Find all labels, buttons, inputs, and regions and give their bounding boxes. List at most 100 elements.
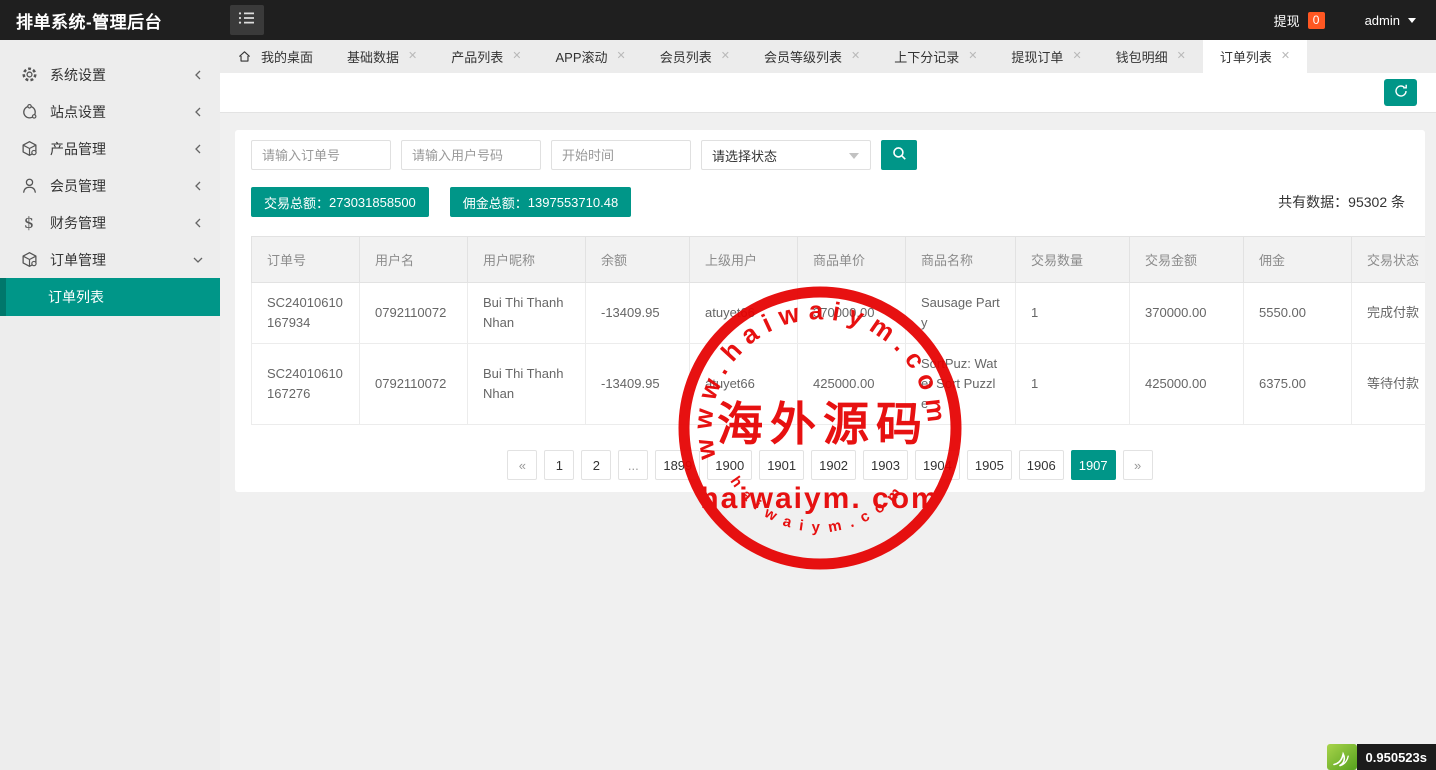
tab-订单列表[interactable]: 订单列表✕ bbox=[1203, 40, 1307, 73]
tab-产品列表[interactable]: 产品列表✕ bbox=[434, 40, 538, 73]
search-icon bbox=[891, 145, 908, 165]
tab-close-icon[interactable]: ✕ bbox=[617, 51, 626, 62]
tab-close-icon[interactable]: ✕ bbox=[512, 51, 521, 62]
select-caret-icon bbox=[849, 153, 859, 164]
sidebar-item-label: 财务管理 bbox=[50, 213, 192, 233]
table-cell: SC24010610167934 bbox=[252, 283, 360, 344]
page-button-2[interactable]: 2 bbox=[581, 450, 611, 480]
table-cell: 0792110072 bbox=[360, 344, 468, 425]
page-load-time: 0.950523s bbox=[1357, 744, 1436, 770]
table-cell: 425000.00 bbox=[798, 344, 906, 425]
table-cell: Bui Thi Thanh Nhan bbox=[468, 283, 586, 344]
tab-会员列表[interactable]: 会员列表✕ bbox=[643, 40, 747, 73]
tab-label: 提现订单 bbox=[1011, 47, 1063, 66]
page-button-1907[interactable]: 1907 bbox=[1071, 450, 1116, 480]
table-cell: atuyet66 bbox=[690, 344, 798, 425]
home-icon bbox=[237, 49, 252, 64]
column-header-佣金: 佣金 bbox=[1244, 237, 1352, 283]
sidebar-item-站点设置[interactable]: 站点设置 bbox=[0, 93, 220, 130]
main-area: 我的桌面基础数据✕产品列表✕APP滚动✕会员列表✕会员等级列表✕上下分记录✕提现… bbox=[220, 40, 1436, 770]
tab-钱包明细[interactable]: 钱包明细 ✕ bbox=[1099, 40, 1203, 73]
refresh-button[interactable] bbox=[1384, 79, 1417, 106]
sidebar-item-财务管理[interactable]: $ 财务管理 bbox=[0, 204, 220, 241]
tab-close-icon[interactable]: ✕ bbox=[968, 51, 977, 62]
page-button-1902[interactable]: 1902 bbox=[811, 450, 856, 480]
withdraw-link[interactable]: 提现 bbox=[1274, 11, 1300, 30]
search-button[interactable] bbox=[881, 140, 917, 170]
sidebar-item-系统设置[interactable]: 系统设置 bbox=[0, 56, 220, 93]
table-cell: -13409.95 bbox=[586, 344, 690, 425]
column-header-余额: 余额 bbox=[586, 237, 690, 283]
table-row: SC240106101679340792110072Bui Thi Thanh … bbox=[252, 283, 1426, 344]
tab-close-icon[interactable]: ✕ bbox=[408, 51, 417, 62]
tab-上下分记录[interactable]: 上下分记录✕ bbox=[877, 40, 994, 73]
page-content: 请选择状态 交易总额：273031858500 佣金总额：1397553710.… bbox=[220, 113, 1436, 770]
sidebar-item-会员管理[interactable]: 会员管理 bbox=[0, 167, 220, 204]
page-prev-button[interactable]: « bbox=[507, 450, 537, 480]
tab-APP滚动[interactable]: APP滚动 ✕ bbox=[538, 40, 642, 73]
sidebar-item-订单管理[interactable]: 订单管理 bbox=[0, 241, 220, 278]
sidebar-nav: 系统设置站点设置产品管理会员管理 $ 财务管理订单管理 bbox=[0, 56, 220, 278]
sidebar-subitem-订单列表[interactable]: 订单列表 bbox=[0, 278, 220, 316]
chevron-down-icon bbox=[1408, 18, 1416, 27]
table-cell: 1 bbox=[1016, 344, 1130, 425]
tab-基础数据[interactable]: 基础数据✕ bbox=[330, 40, 434, 73]
start-time-input[interactable] bbox=[551, 140, 691, 170]
sidebar-submenu: 订单列表 bbox=[0, 278, 220, 316]
page-button-1[interactable]: 1 bbox=[544, 450, 574, 480]
table-cell: 1 bbox=[1016, 283, 1130, 344]
trade-total-value: 273031858500 bbox=[329, 195, 416, 210]
table-cell: 6375.00 bbox=[1244, 344, 1352, 425]
page-button-1899[interactable]: 1899 bbox=[655, 450, 700, 480]
tab-close-icon[interactable]: ✕ bbox=[1281, 51, 1290, 62]
order-icon bbox=[20, 251, 38, 269]
tab-会员等级列表[interactable]: 会员等级列表✕ bbox=[747, 40, 877, 73]
sidebar-toggle-button[interactable] bbox=[230, 5, 264, 35]
commission-total-label: 佣金总额： bbox=[463, 193, 528, 212]
tab-提现订单[interactable]: 提现订单 ✕ bbox=[994, 40, 1098, 73]
page-button-1906[interactable]: 1906 bbox=[1019, 450, 1064, 480]
tab-close-icon[interactable]: ✕ bbox=[1177, 51, 1186, 62]
page-button-1903[interactable]: 1903 bbox=[863, 450, 908, 480]
sidebar-item-label: 系统设置 bbox=[50, 65, 192, 85]
refresh-icon bbox=[1393, 83, 1409, 102]
status-select[interactable]: 请选择状态 bbox=[701, 140, 871, 170]
table-cell: -13409.95 bbox=[586, 283, 690, 344]
page-ellipsis[interactable]: ... bbox=[618, 450, 648, 480]
page-button-1905[interactable]: 1905 bbox=[967, 450, 1012, 480]
column-header-用户昵称: 用户昵称 bbox=[468, 237, 586, 283]
gear-icon bbox=[20, 66, 38, 84]
trade-total-badge: 交易总额：273031858500 bbox=[251, 187, 429, 217]
sidebar-item-label: 产品管理 bbox=[50, 139, 192, 159]
tab-label: 我的桌面 bbox=[261, 47, 313, 66]
tab-close-icon[interactable]: ✕ bbox=[1072, 51, 1081, 62]
user-menu[interactable]: admin bbox=[1365, 13, 1416, 28]
table-cell: 425000.00 bbox=[1130, 344, 1244, 425]
table-cell: SC24010610167276 bbox=[252, 344, 360, 425]
tab-close-icon[interactable]: ✕ bbox=[721, 51, 730, 62]
sidebar-item-label: 会员管理 bbox=[50, 176, 192, 196]
tab-label: 钱包明细 bbox=[1116, 47, 1168, 66]
finance-icon: $ bbox=[20, 214, 38, 232]
sidebar-item-产品管理[interactable]: 产品管理 bbox=[0, 130, 220, 167]
column-header-上级用户: 上级用户 bbox=[690, 237, 798, 283]
tab-我的桌面[interactable]: 我的桌面 bbox=[220, 40, 330, 73]
chevron-left-icon bbox=[192, 217, 204, 229]
site-icon bbox=[20, 103, 38, 121]
member-icon bbox=[20, 177, 38, 195]
user-no-input[interactable] bbox=[401, 140, 541, 170]
page-button-1901[interactable]: 1901 bbox=[759, 450, 804, 480]
tab-label: APP滚动 bbox=[555, 47, 607, 66]
page-button-1904[interactable]: 1904 bbox=[915, 450, 960, 480]
tab-close-icon[interactable]: ✕ bbox=[851, 51, 860, 62]
page-next-button[interactable]: » bbox=[1123, 450, 1153, 480]
table-cell: atuyet66 bbox=[690, 283, 798, 344]
trace-bar: 0.950523s bbox=[1327, 744, 1436, 770]
sidebar: 系统设置站点设置产品管理会员管理 $ 财务管理订单管理 订单列表 bbox=[0, 40, 220, 770]
chevron-left-icon bbox=[192, 69, 204, 81]
thinkphp-logo-icon[interactable] bbox=[1327, 744, 1357, 770]
top-header: 排单系统-管理后台 提现 0 admin bbox=[0, 0, 1436, 40]
page-button-1900[interactable]: 1900 bbox=[707, 450, 752, 480]
withdraw-count-badge: 0 bbox=[1308, 12, 1325, 29]
order-no-input[interactable] bbox=[251, 140, 391, 170]
